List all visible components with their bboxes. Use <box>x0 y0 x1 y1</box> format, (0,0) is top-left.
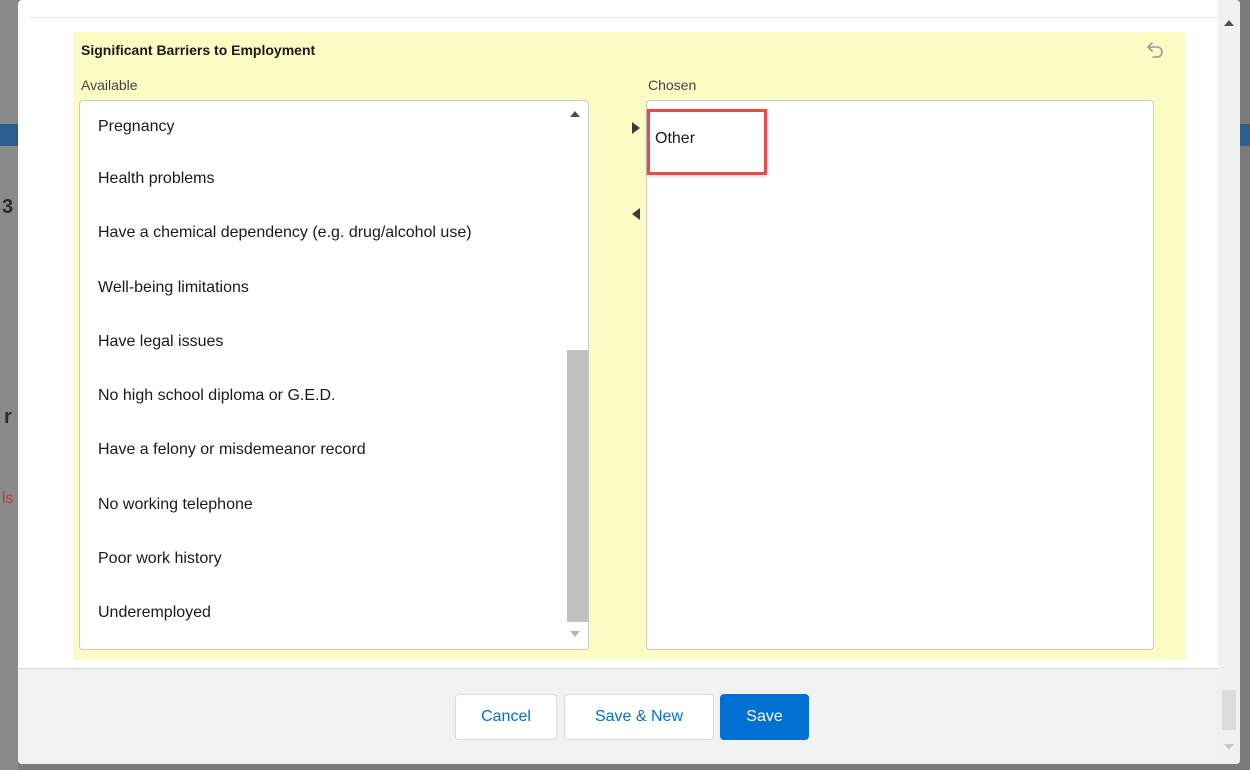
available-listbox[interactable]: Pregnancy Health problems Have a chemica… <box>79 100 589 650</box>
scrollbar-thumb[interactable] <box>1222 690 1236 730</box>
save-and-new-button[interactable]: Save & New <box>564 694 714 740</box>
background-header-bar-right <box>1240 124 1250 146</box>
background-page-edge-left <box>0 0 18 770</box>
undo-icon[interactable] <box>1145 38 1167 60</box>
modal-scrollbar[interactable] <box>1218 0 1240 764</box>
background-fragment-left: 3 <box>2 196 14 218</box>
scroll-up-icon[interactable] <box>1224 20 1234 26</box>
background-fragment-red: ls <box>2 490 14 507</box>
triangle-left-icon <box>632 208 640 220</box>
modal-top-divider <box>30 0 1220 18</box>
available-option[interactable]: Underemployed <box>80 586 560 640</box>
scroll-up-icon[interactable] <box>570 111 580 117</box>
chosen-option-label: Other <box>655 130 696 147</box>
scroll-down-icon[interactable] <box>570 631 580 637</box>
background-header-bar-left <box>0 124 18 146</box>
available-option[interactable]: Health problems <box>80 152 560 206</box>
modal-footer: Cancel Save & New Save <box>18 668 1218 764</box>
available-label: Available <box>81 77 138 93</box>
scrollbar-thumb[interactable] <box>567 350 588 622</box>
chosen-option[interactable]: Other <box>647 109 767 175</box>
available-option[interactable]: Have a chemical dependency (e.g. drug/al… <box>80 206 560 260</box>
save-button[interactable]: Save <box>720 694 809 740</box>
chosen-listbox[interactable]: Other <box>646 100 1154 650</box>
available-scrollbar[interactable] <box>564 101 588 649</box>
background-fragment-left-2: r <box>4 406 12 428</box>
scroll-down-icon[interactable] <box>1224 744 1234 750</box>
move-to-available-button[interactable] <box>626 204 646 224</box>
available-option[interactable]: Have legal issues <box>80 315 560 369</box>
available-option[interactable]: No working telephone <box>80 478 560 532</box>
available-options: Pregnancy Health problems Have a chemica… <box>80 101 560 641</box>
edit-modal: Significant Barriers to Employment Avail… <box>18 0 1240 764</box>
triangle-right-icon <box>632 122 640 134</box>
available-option[interactable]: Well-being limitations <box>80 261 560 315</box>
cancel-button[interactable]: Cancel <box>455 694 557 740</box>
available-option[interactable]: Have a felony or misdemeanor record <box>80 423 560 477</box>
available-option[interactable]: Poor work history <box>80 532 560 586</box>
move-to-chosen-button[interactable] <box>626 118 646 138</box>
available-option[interactable]: Pregnancy <box>80 101 560 152</box>
chosen-label: Chosen <box>648 77 697 93</box>
available-option[interactable]: No high school diploma or G.E.D. <box>80 369 560 423</box>
section-title: Significant Barriers to Employment <box>81 42 316 58</box>
barriers-section: Significant Barriers to Employment Avail… <box>73 32 1185 660</box>
